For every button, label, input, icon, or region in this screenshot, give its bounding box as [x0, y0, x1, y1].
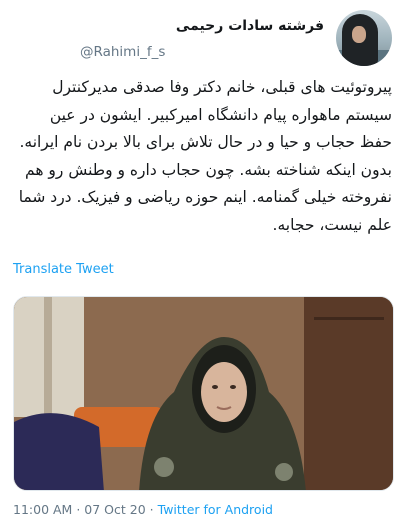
photo-eye-left	[212, 385, 218, 389]
username[interactable]: @Rahimi_f_s	[80, 44, 165, 60]
tweet-source[interactable]: Twitter for Android	[158, 502, 273, 517]
meta-separator-2: ·	[149, 502, 154, 517]
photo-shelf	[304, 297, 393, 490]
photo-shelf-line	[314, 317, 384, 320]
tweet-photo[interactable]	[13, 296, 394, 491]
tweet-header: فرشته سادات رحیمی @Rahimi_f_s	[0, 10, 406, 66]
meta-separator-1: ·	[76, 502, 81, 517]
avatar-face	[352, 26, 366, 43]
photo-eye-right	[230, 385, 236, 389]
tweet-date[interactable]: 07 Oct 20	[84, 502, 145, 517]
photo-pillow	[14, 413, 104, 490]
translate-tweet-link[interactable]: Translate Tweet	[13, 262, 114, 277]
photo-face	[201, 362, 247, 422]
photo-window-frame	[44, 297, 52, 417]
photo-pattern-1	[154, 457, 174, 477]
display-name[interactable]: فرشته سادات رحیمی	[176, 18, 324, 34]
photo-illustration	[14, 297, 393, 490]
tweet-text: پیروتوئیت های قبلی، خانم دکتر وفا صدقی م…	[18, 78, 392, 234]
tweet-time[interactable]: 11:00 AM	[13, 502, 72, 517]
avatar[interactable]	[336, 10, 392, 66]
photo-pattern-2	[275, 463, 293, 481]
tweet-meta: 11:00 AM · 07 Oct 20 · Twitter for Andro…	[13, 502, 273, 517]
